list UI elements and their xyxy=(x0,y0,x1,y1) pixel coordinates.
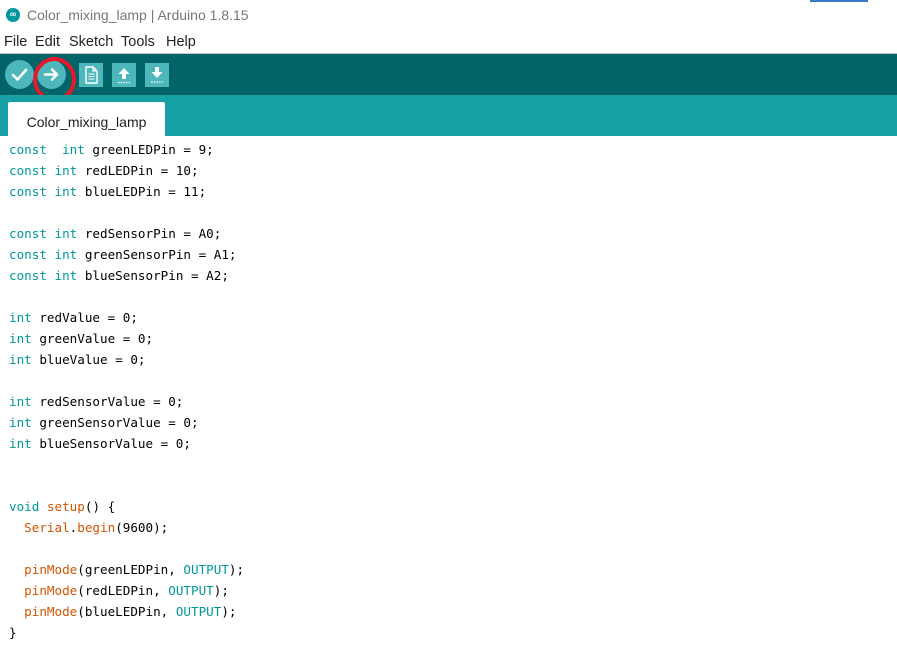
code-token-kw: int xyxy=(9,394,32,409)
code-line: void setup() { xyxy=(9,496,115,517)
code-line: Serial.begin(9600); xyxy=(9,517,168,538)
code-token-kw: int xyxy=(9,352,32,367)
code-token-kw: int xyxy=(54,163,78,178)
code-token: greenLEDPin = 9; xyxy=(84,142,214,157)
code-line: const int blueSensorPin = A2; xyxy=(9,265,229,286)
code-token: ); xyxy=(228,562,245,577)
code-line: const int redLEDPin = 10; xyxy=(9,160,199,181)
code-line: pinMode(greenLEDPin, OUTPUT); xyxy=(9,559,244,580)
code-token-kw: int xyxy=(54,226,78,241)
code-token-const: OUTPUT xyxy=(175,604,222,619)
code-token-kw: int xyxy=(54,184,78,199)
code-line: int redValue = 0; xyxy=(9,307,138,328)
code-line: const int greenSensorPin = A1; xyxy=(9,244,237,265)
menu-edit[interactable]: Edit xyxy=(35,34,60,50)
code-token: greenSensorPin = A1; xyxy=(77,247,237,262)
code-token: (9600); xyxy=(115,520,169,535)
code-token: ); xyxy=(221,604,237,619)
menu-tools[interactable]: Tools xyxy=(121,34,155,50)
code-token-const: OUTPUT xyxy=(183,562,229,577)
menu-help[interactable]: Help xyxy=(166,34,196,50)
code-line: const int greenLEDPin = 9; xyxy=(9,139,214,160)
code-line: int redSensorValue = 0; xyxy=(9,391,183,412)
code-token: ); xyxy=(213,583,229,598)
code-token-kw: int xyxy=(9,436,32,451)
code-line: int greenValue = 0; xyxy=(9,328,153,349)
verify-button[interactable] xyxy=(5,60,34,89)
code-line: pinMode(redLEDPin, OUTPUT); xyxy=(9,580,229,601)
code-token-kw: const xyxy=(9,268,47,283)
code-token-kw: int xyxy=(9,310,32,325)
code-line: const int redSensorPin = A0; xyxy=(9,223,221,244)
code-token-kw: const xyxy=(9,247,47,262)
code-token-kw: const xyxy=(9,184,47,199)
checkmark-icon xyxy=(11,68,28,81)
code-token-fn: pinMode xyxy=(24,604,78,619)
code-token: (redLEDPin, xyxy=(77,583,169,598)
code-line: } xyxy=(9,622,17,643)
code-token: blueSensorPin = A2; xyxy=(77,268,229,283)
menu-bar: File Edit Sketch Tools Help xyxy=(0,31,897,53)
code-line: int blueSensorValue = 0; xyxy=(9,433,191,454)
window-control-accent xyxy=(810,0,868,2)
code-token-kw: int xyxy=(54,268,78,283)
menu-sketch[interactable]: Sketch xyxy=(69,34,113,50)
code-token-fn: Serial xyxy=(24,520,70,535)
code-token: blueLEDPin = 11; xyxy=(77,184,207,199)
code-token: redLEDPin = 10; xyxy=(77,163,199,178)
document-icon xyxy=(85,66,98,84)
title-bar: ∞ Color_mixing_lamp | Arduino 1.8.15 xyxy=(0,0,897,30)
code-line: int greenSensorValue = 0; xyxy=(9,412,199,433)
code-token-kw: const xyxy=(9,142,47,157)
code-token: redSensorPin = A0; xyxy=(77,226,222,241)
code-token: blueValue = 0; xyxy=(31,352,146,367)
code-line: int blueValue = 0; xyxy=(9,349,145,370)
code-token-const: OUTPUT xyxy=(168,583,214,598)
arrow-up-icon xyxy=(118,68,130,84)
open-button[interactable] xyxy=(112,63,136,87)
code-token-fn: setup xyxy=(46,499,85,514)
tab-label: Color_mixing_lamp xyxy=(26,114,147,130)
code-token-kw: int xyxy=(54,247,78,262)
code-token-kw: int xyxy=(9,415,32,430)
code-token: redSensorValue = 0; xyxy=(31,394,184,409)
code-token: (blueLEDPin, xyxy=(77,604,176,619)
code-token-fn: pinMode xyxy=(24,583,78,598)
save-button[interactable] xyxy=(145,63,169,87)
code-token: blueSensorValue = 0; xyxy=(31,436,191,451)
code-token-fn: begin xyxy=(77,520,116,535)
code-token: (greenLEDPin, xyxy=(77,562,184,577)
menu-file[interactable]: File xyxy=(4,34,27,50)
tab-color-mixing-lamp[interactable]: Color_mixing_lamp xyxy=(8,102,165,136)
code-token-kw: const xyxy=(9,163,47,178)
code-token: } xyxy=(9,625,17,640)
code-token-kw: int xyxy=(9,331,32,346)
arrow-down-icon xyxy=(151,67,163,83)
code-token-fn: pinMode xyxy=(24,562,78,577)
new-sketch-button[interactable] xyxy=(79,63,103,87)
code-token: redValue = 0; xyxy=(31,310,138,325)
arduino-infinity-icon: ∞ xyxy=(6,8,20,22)
code-token-kw: int xyxy=(62,142,85,157)
code-line: const int blueLEDPin = 11; xyxy=(9,181,206,202)
code-token: greenValue = 0; xyxy=(31,331,154,346)
code-token: () { xyxy=(84,499,116,514)
window-title: Color_mixing_lamp | Arduino 1.8.15 xyxy=(27,7,249,23)
code-token-kw: void xyxy=(9,499,40,514)
code-line: pinMode(blueLEDPin, OUTPUT); xyxy=(9,601,237,622)
code-token-kw: const xyxy=(9,226,47,241)
code-token: greenSensorValue = 0; xyxy=(31,415,199,430)
